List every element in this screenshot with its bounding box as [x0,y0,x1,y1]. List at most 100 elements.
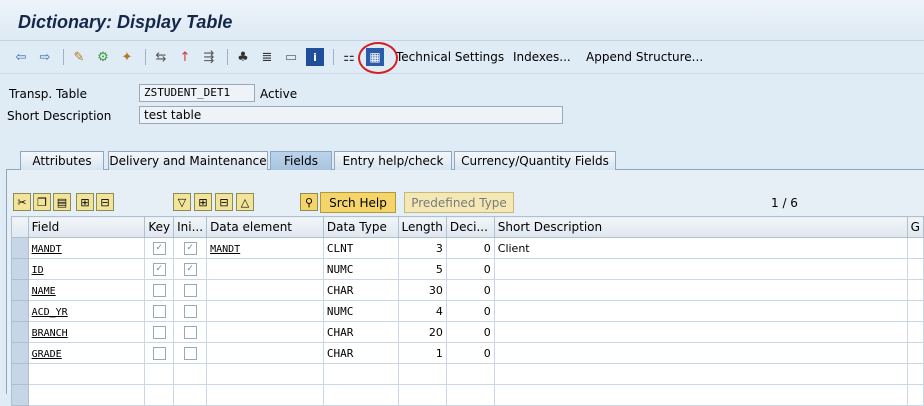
copy-icon[interactable]: ❐ [33,193,51,211]
pin-icon[interactable]: ↑ [176,48,194,66]
group-cell[interactable] [906,237,924,259]
table-row[interactable]: NAME CHAR 30 0 [11,279,924,301]
edit-pencil-icon[interactable]: ✎ [70,48,88,66]
field-name-cell[interactable]: ACD_YR [27,300,146,322]
data-element-cell[interactable]: MANDT [206,237,324,259]
decimals-cell[interactable]: 0 [445,321,495,343]
length-cell[interactable]: 4 [397,300,447,322]
data-type-cell[interactable]: NUMC [322,300,399,322]
column-header-short-description[interactable]: Short Description [493,216,908,238]
empty-cell[interactable] [906,384,924,406]
row-selector[interactable] [11,321,29,343]
decimals-cell[interactable]: 0 [445,300,495,322]
init-checkbox[interactable] [183,325,197,339]
data-type-cell[interactable]: NUMC [322,258,399,280]
paste-icon[interactable]: ▤ [53,193,71,211]
empty-cell[interactable] [206,363,324,385]
init-checkbox-cell[interactable] [173,300,208,322]
row-selector[interactable] [11,279,29,301]
display-object-list-icon[interactable]: ≣ [258,48,276,66]
column-header-initial[interactable]: Ini... [173,216,208,238]
column-header-data-element[interactable]: Data element [206,216,324,238]
init-checkbox-cell[interactable]: ✓ [173,258,208,280]
length-cell[interactable]: 1 [397,342,447,364]
short-description-cell[interactable]: Client [493,237,908,259]
empty-table-row[interactable] [11,384,924,406]
empty-table-row[interactable] [11,363,924,385]
table-row[interactable]: MANDT ✓ ✓ MANDT CLNT 3 0 Client [11,237,924,259]
key-checkbox-cell[interactable]: ✓ [144,237,175,259]
tab-fields[interactable]: Fields [270,151,332,170]
forward-arrow-icon[interactable]: ⇨ [36,48,54,66]
group-cell[interactable] [906,321,924,343]
decimals-cell[interactable]: 0 [445,237,495,259]
short-description-cell[interactable] [493,342,908,364]
row-selector[interactable] [11,237,29,259]
key-checkbox-cell[interactable] [144,342,175,364]
column-header-field[interactable]: Field [27,216,146,238]
select-all-icon[interactable]: ⊞ [194,193,212,211]
key-checkbox-cell[interactable] [144,279,175,301]
length-cell[interactable]: 5 [397,258,447,280]
append-structure-button[interactable]: Append Structure... [586,50,703,64]
table-row[interactable]: ID ✓ ✓ NUMC 5 0 [11,258,924,280]
short-description-cell[interactable] [493,321,908,343]
empty-cell[interactable] [144,384,175,406]
length-cell[interactable]: 3 [397,237,447,259]
empty-cell[interactable] [493,363,908,385]
search-help-icon[interactable]: ⚲ [300,193,318,211]
length-cell[interactable]: 30 [397,279,447,301]
navigate-icon[interactable]: ⇶ [200,48,218,66]
key-checkbox[interactable]: ✓ [152,241,166,255]
short-description-cell[interactable] [493,279,908,301]
tab-entry-help-check[interactable]: Entry help/check [334,151,452,170]
column-header-key[interactable]: Key [144,216,175,238]
hierarchy-icon[interactable]: ♣ [234,48,252,66]
short-description-field[interactable]: test table [139,106,563,124]
group-cell[interactable] [906,258,924,280]
deselect-all-icon[interactable]: ⊟ [215,193,233,211]
table-row[interactable]: BRANCH CHAR 20 0 [11,321,924,343]
data-type-cell[interactable]: CHAR [322,321,399,343]
field-name-cell[interactable]: MANDT [27,237,146,259]
row-selector-header[interactable] [11,216,29,238]
key-checkbox-cell[interactable] [144,300,175,322]
field-name-cell[interactable]: ID [27,258,146,280]
init-checkbox-cell[interactable]: ✓ [173,237,208,259]
back-arrow-icon[interactable]: ⇦ [12,48,30,66]
column-header-group[interactable]: G [906,216,924,238]
data-element-cell[interactable] [206,342,324,364]
empty-cell[interactable] [322,363,399,385]
check-object-icon[interactable]: ⚙ [94,48,112,66]
key-checkbox-cell[interactable]: ✓ [144,258,175,280]
column-header-decimals[interactable]: Deci... [445,216,495,238]
field-name-cell[interactable]: BRANCH [27,321,146,343]
column-header-data-type[interactable]: Data Type [322,216,399,238]
indexes-button[interactable]: Indexes... [513,50,571,64]
row-selector[interactable] [11,363,29,385]
init-checkbox[interactable]: ✓ [183,241,197,255]
empty-cell[interactable] [173,363,208,385]
short-description-cell[interactable] [493,258,908,280]
table-row[interactable]: ACD_YR NUMC 4 0 [11,300,924,322]
init-checkbox[interactable] [183,304,197,318]
key-checkbox[interactable] [152,304,166,318]
data-element-cell[interactable] [206,258,324,280]
empty-cell[interactable] [397,384,447,406]
key-checkbox[interactable] [152,346,166,360]
tab-attributes[interactable]: Attributes [20,151,104,170]
group-cell[interactable] [906,300,924,322]
init-checkbox[interactable] [183,283,197,297]
column-header-length[interactable]: Length [397,216,447,238]
row-selector[interactable] [11,342,29,364]
technical-settings-button[interactable]: Technical Settings [396,50,504,64]
structure-icon[interactable]: ⚏ [340,48,358,66]
key-checkbox-cell[interactable] [144,321,175,343]
init-checkbox-cell[interactable] [173,321,208,343]
sort-icon[interactable]: △ [236,193,254,211]
screen-icon[interactable]: ▭ [282,48,300,66]
init-checkbox[interactable] [183,346,197,360]
empty-cell[interactable] [493,384,908,406]
decimals-cell[interactable]: 0 [445,258,495,280]
data-element-cell[interactable] [206,321,324,343]
